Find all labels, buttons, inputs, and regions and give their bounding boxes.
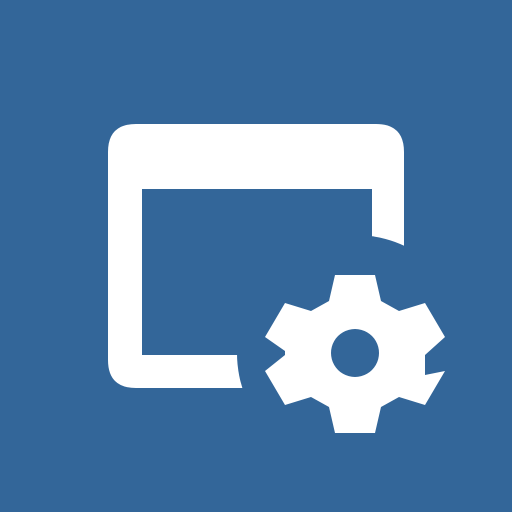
- icon-background: [0, 0, 512, 512]
- icon-canvas: [0, 0, 512, 512]
- window-settings-icon: [0, 0, 512, 512]
